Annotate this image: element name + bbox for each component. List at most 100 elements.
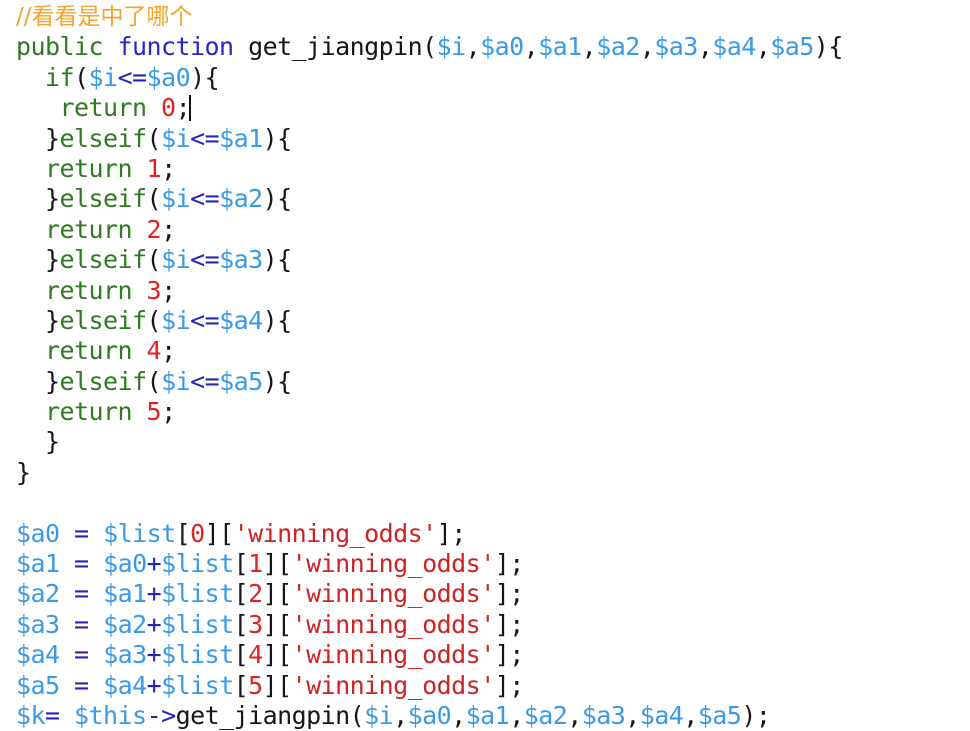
code-token-num: 4	[146, 336, 162, 366]
code-line[interactable]: $a1 = $a0+$list[1]['winning_odds'];	[16, 549, 970, 579]
code-line[interactable]: $a5 = $a4+$list[5]['winning_odds'];	[16, 671, 970, 701]
code-token-punct: ;	[509, 579, 524, 609]
code-token-punct: ,	[567, 700, 582, 730]
code-token-op: +	[146, 579, 162, 609]
code-line[interactable]: $a4 = $a3+$list[4]['winning_odds'];	[16, 640, 970, 670]
code-token-punct: )	[262, 184, 278, 214]
code-line[interactable]: public function get_jiangpin($i,$a0,$a1,…	[16, 32, 970, 62]
code-token-punct: ,	[639, 32, 655, 62]
code-token-var: $list	[161, 640, 234, 670]
code-editor[interactable]: //看看是中了哪个 public function get_jiangpin($i…	[0, 0, 970, 731]
code-token-var: $a3	[219, 245, 263, 275]
code-line[interactable]: $k= $this->get_jiangpin($i,$a0,$a1,$a2,$…	[16, 701, 970, 731]
code-token-var: $a1	[103, 579, 147, 609]
code-token-var: $a5	[219, 366, 263, 396]
code-text-area[interactable]: //看看是中了哪个 public function get_jiangpin($i…	[16, 2, 970, 731]
code-line[interactable]	[16, 488, 970, 518]
code-token-punct: ]	[494, 609, 510, 639]
code-token-punct: [	[219, 518, 234, 548]
code-line[interactable]: return 5;	[16, 397, 970, 427]
code-token-punct: }	[45, 123, 60, 153]
code-line[interactable]: //看看是中了哪个	[16, 2, 970, 32]
code-token-num: 3	[248, 609, 263, 639]
code-token-var: $a4	[219, 305, 263, 335]
code-line[interactable]: if($i<=$a0){	[16, 63, 970, 93]
code-token-num: 0	[190, 518, 205, 548]
code-line[interactable]: return 4;	[16, 336, 970, 366]
code-token-var: $list	[161, 609, 234, 639]
code-token-keyword: if	[45, 62, 75, 92]
code-token-punct: {	[277, 184, 292, 214]
code-token-string: 'winning_odds'	[291, 640, 496, 670]
code-token-op: =	[45, 700, 60, 730]
code-line[interactable]: return 0;	[16, 93, 970, 123]
code-token-string: 'winning_odds'	[291, 549, 496, 579]
code-token-punct: )	[262, 305, 278, 335]
code-token-var: $a4	[16, 640, 60, 670]
code-token-op: <=	[190, 366, 220, 396]
code-token-punct: [	[233, 609, 249, 639]
code-token-punct: ;	[175, 93, 191, 123]
code-token-var: $a4	[639, 700, 684, 730]
code-token-punct: ;	[755, 700, 771, 730]
code-line[interactable]: }	[16, 458, 970, 488]
code-line[interactable]: }elseif($i<=$a1){	[16, 124, 970, 154]
code-token-punct: (	[349, 700, 365, 730]
code-token-var: $a2	[219, 184, 263, 214]
code-token-var: $a0	[103, 549, 147, 579]
code-token-op: +	[146, 640, 162, 670]
code-line[interactable]: $a2 = $a1+$list[2]['winning_odds'];	[16, 579, 970, 609]
code-token-var: $a3	[581, 700, 626, 730]
code-token-punct: ;	[451, 518, 466, 548]
code-line[interactable]: return 3;	[16, 276, 970, 306]
code-token-punct: ;	[161, 275, 176, 305]
code-line[interactable]: return 1;	[16, 154, 970, 184]
code-token-punct: ,	[393, 700, 408, 730]
code-token-punct: {	[204, 62, 220, 92]
code-line[interactable]: $a3 = $a2+$list[3]['winning_odds'];	[16, 610, 970, 640]
code-token-var: $i	[161, 123, 191, 153]
code-token-keyword: elseif	[59, 305, 148, 335]
code-line[interactable]: $a0 = $list[0]['winning_odds'];	[16, 519, 970, 549]
code-token-function: function	[117, 32, 235, 62]
code-token-punct: ]	[262, 640, 278, 670]
code-token-punct: ;	[509, 549, 524, 579]
code-token-op: =	[74, 609, 89, 639]
code-token-num: 0	[161, 93, 176, 123]
code-token-var: $list	[161, 549, 234, 579]
code-line[interactable]: }elseif($i<=$a3){	[16, 245, 970, 275]
code-line[interactable]: return 2;	[16, 215, 970, 245]
code-token-op: <=	[190, 245, 220, 275]
code-token-punct: (	[74, 62, 89, 92]
code-token-punct: (	[146, 245, 162, 275]
code-line[interactable]: }elseif($i<=$a4){	[16, 306, 970, 336]
code-line[interactable]: }elseif($i<=$a2){	[16, 184, 970, 214]
code-token-var: $a5	[16, 670, 60, 700]
code-line[interactable]: }elseif($i<=$a5){	[16, 367, 970, 397]
code-token-var: $a4	[103, 670, 147, 700]
code-token-punct: ]	[436, 518, 452, 548]
code-token-punct: ,	[625, 700, 640, 730]
code-token-string: 'winning_odds'	[291, 609, 496, 639]
code-token-punct: {	[277, 245, 292, 275]
code-token-punct: (	[146, 366, 162, 396]
code-token-punct: [	[277, 549, 292, 579]
code-line[interactable]: }	[16, 427, 970, 457]
code-token-op: <=	[190, 123, 220, 153]
code-token-punct: [	[233, 579, 249, 609]
